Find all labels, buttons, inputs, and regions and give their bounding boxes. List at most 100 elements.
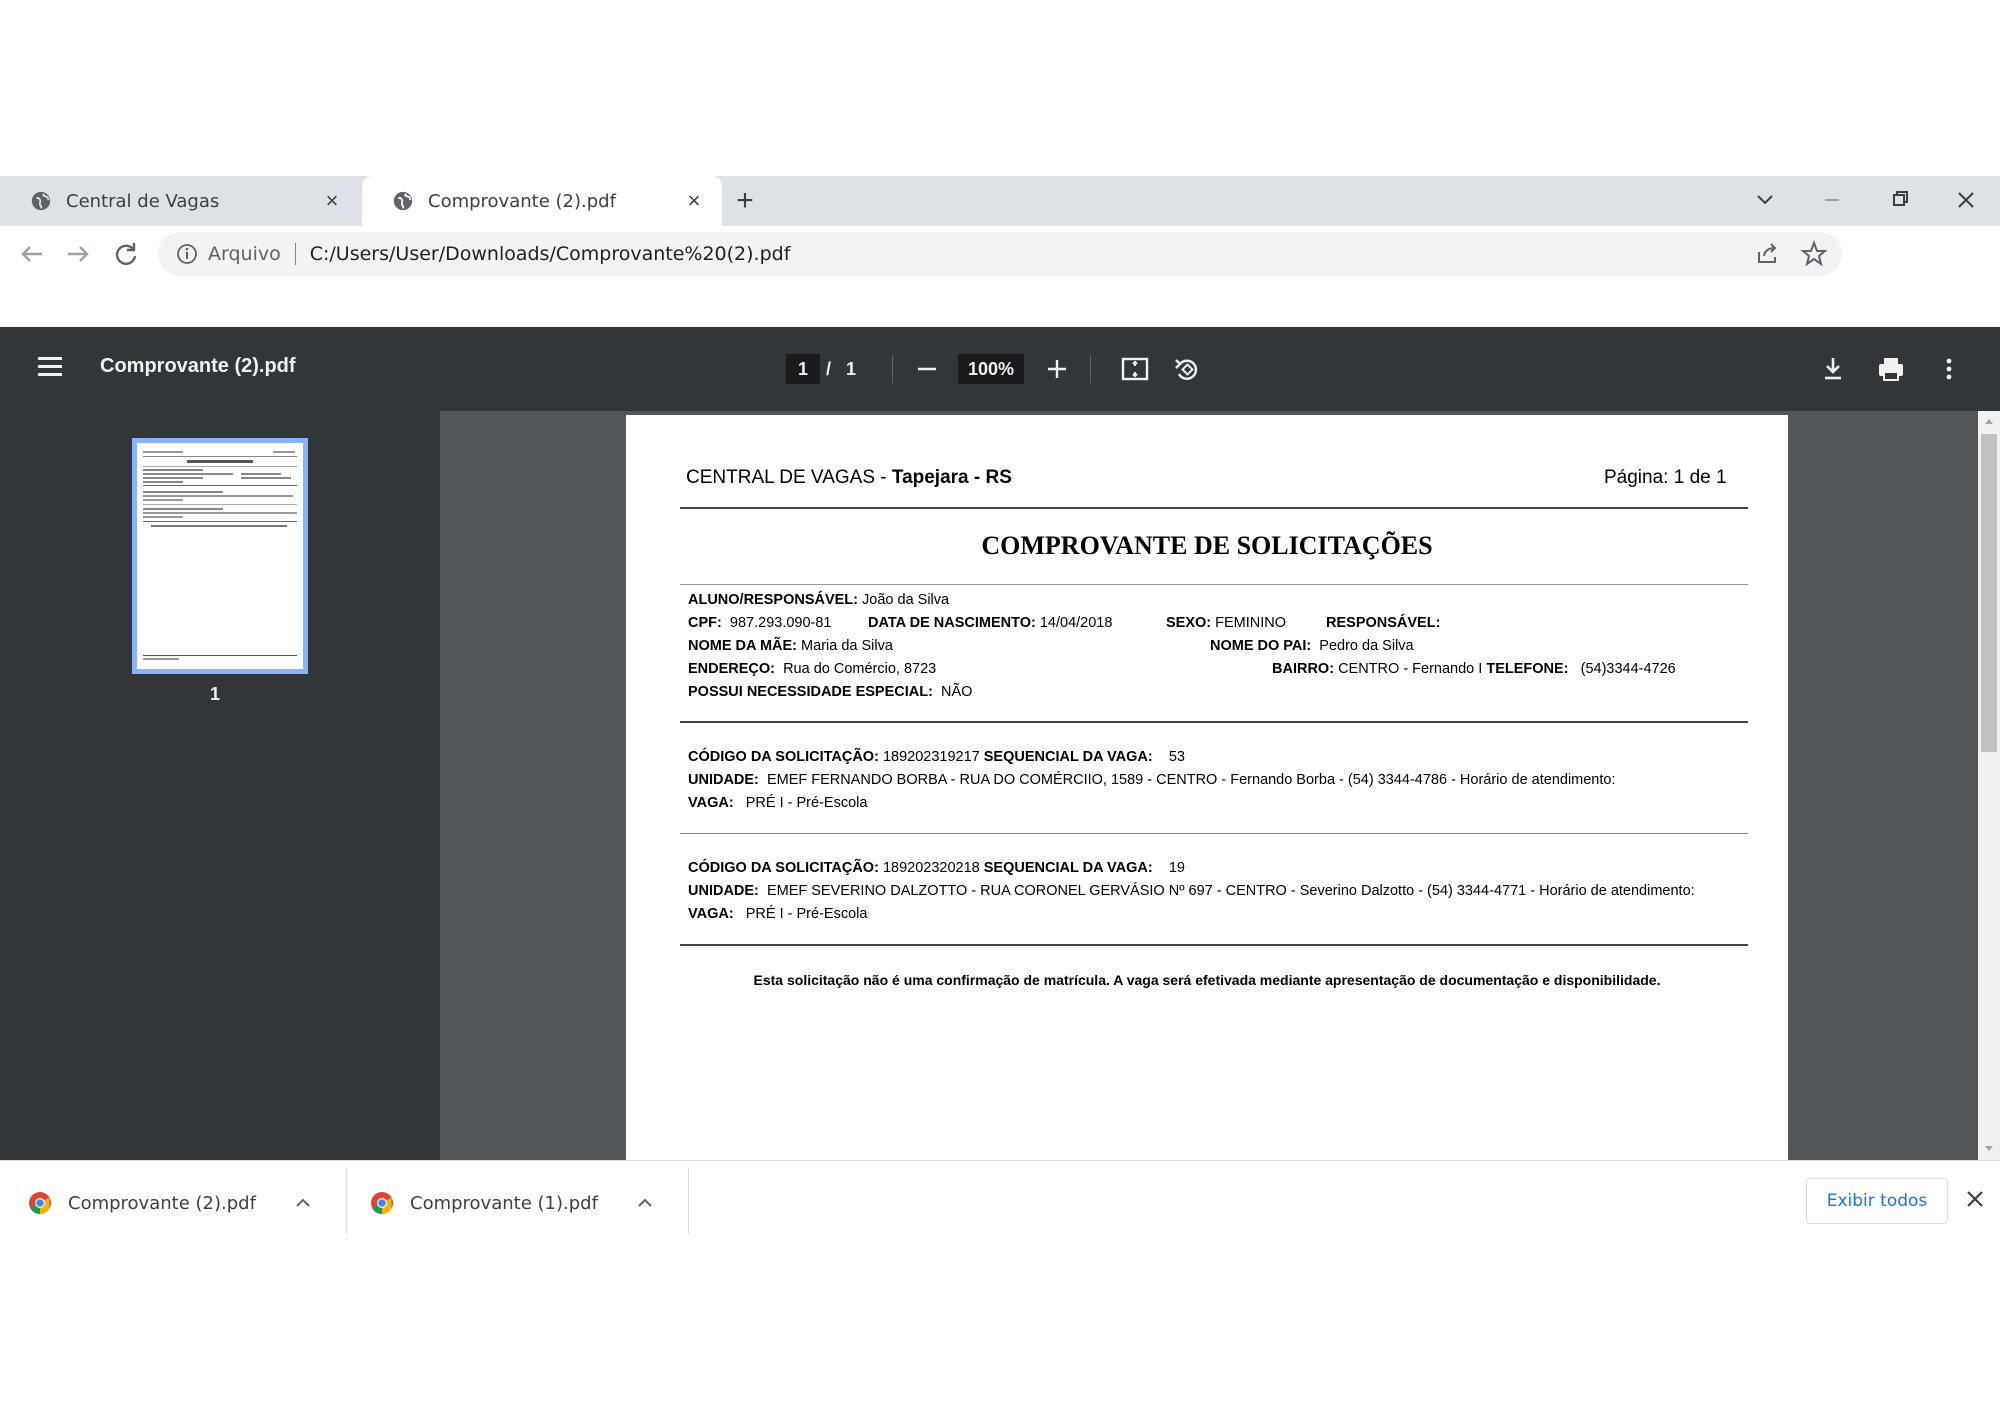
thumbnail-preview (143, 451, 297, 660)
globe-icon (393, 191, 413, 211)
header-rule (680, 507, 1748, 509)
disclaimer-note: Esta solicitação não é uma confirmação d… (753, 972, 1661, 988)
unit-label: UNIDADE: (688, 772, 759, 788)
more-options-icon[interactable] (1932, 352, 1966, 386)
info-icon[interactable] (176, 243, 198, 265)
mother-field: NOME DA MÃE: Maria da Silva (688, 638, 893, 654)
back-arrow-icon[interactable] (16, 238, 48, 270)
close-shelf-icon[interactable] (1962, 1186, 1988, 1212)
toolbar-divider (892, 355, 893, 383)
doc-header-left: CENTRAL DE VAGAS - Tapejara - RS (686, 467, 1012, 489)
request-code-value: 189202320218 (882, 860, 980, 876)
vacancy-seq-label: SEQUENCIAL DA VAGA: (983, 749, 1153, 765)
reload-icon[interactable] (110, 238, 142, 270)
request-code-label: CÓDIGO DA SOLICITAÇÃO: (688, 860, 879, 876)
doc-title: COMPROVANTE DE SOLICITAÇÕES (981, 531, 1433, 560)
sex-value: FEMININO (1215, 615, 1287, 631)
vacancy-label: VAGA: (688, 795, 734, 811)
download-item[interactable]: Comprovante (1).pdf (342, 1170, 654, 1236)
neighborhood-label: BAIRRO: (1272, 661, 1335, 677)
address-value: Rua do Comércio, 8723 (783, 661, 937, 677)
tab-title: Central de Vagas (66, 190, 220, 212)
vacancy-seq-value: 19 (1168, 860, 1185, 876)
tab-comprovante-pdf[interactable]: Comprovante (2).pdf × (362, 176, 722, 226)
chevron-up-icon[interactable] (636, 1194, 654, 1212)
student-row-aluno: ALUNO/RESPONSÁVEL: João da Silva (688, 592, 949, 608)
request-2-vacancy-row: VAGA: PRÉ I - Pré-Escola (688, 906, 867, 922)
scrollbar-thumb[interactable] (1981, 434, 1997, 752)
cpf-field: CPF: 987.293.090-81 (688, 615, 832, 631)
pdf-page: CENTRAL DE VAGAS - Tapejara - RS Página:… (626, 415, 1788, 1175)
student-rule (680, 721, 1748, 723)
globe-icon (31, 191, 51, 211)
scroll-down-arrow-icon[interactable] (1983, 1142, 1995, 1154)
header-org: CENTRAL DE VAGAS - (686, 467, 892, 488)
birthdate-label: DATA DE NASCIMENTO: (868, 615, 1036, 631)
aluno-value: João da Silva (862, 592, 950, 608)
father-value: Pedro da Silva (1319, 638, 1414, 654)
special-needs-value: NÃO (941, 684, 973, 700)
chevron-up-icon[interactable] (294, 1194, 312, 1212)
requests-end-rule (680, 944, 1748, 946)
show-all-downloads-button[interactable]: Exibir todos (1806, 1178, 1948, 1224)
phone-label: TELEFONE: (1486, 661, 1569, 677)
download-icon[interactable] (1816, 352, 1850, 386)
phone-value: (54)3344-4726 (1580, 661, 1676, 677)
sex-label: SEXO: (1166, 615, 1212, 631)
tab-search-chevron-icon[interactable] (1745, 182, 1785, 218)
request-1-vacancy-row: VAGA: PRÉ I - Pré-Escola (688, 795, 867, 811)
special-needs-field: POSSUI NECESSIDADE ESPECIAL: NÃO (688, 684, 972, 700)
download-item[interactable]: Comprovante (2).pdf (0, 1170, 312, 1236)
address-bar[interactable]: Arquivo C:/Users/User/Downloads/Comprova… (158, 232, 1842, 276)
vacancy-seq-value: 53 (1168, 749, 1185, 765)
zoom-level-input[interactable]: 100% (958, 354, 1024, 384)
vacancy-seq-label: SEQUENCIAL DA VAGA: (983, 860, 1153, 876)
tab-title: Comprovante (2).pdf (428, 190, 616, 212)
chrome-icon (29, 1192, 51, 1214)
neighborhood-field: BAIRRO: CENTRO - Fernando I TELEFONE: (5… (1272, 661, 1676, 677)
new-tab-button[interactable]: + (730, 186, 760, 216)
vacancy-label: VAGA: (688, 906, 734, 922)
scroll-up-arrow-icon[interactable] (1983, 414, 1995, 426)
window-close-icon[interactable] (1946, 182, 1986, 218)
mother-label: NOME DA MÃE: (688, 638, 798, 654)
tab-close-icon[interactable]: × (320, 189, 344, 213)
request-1-code-row: CÓDIGO DA SOLICITAÇÃO: 189202319217 SEQU… (688, 749, 1185, 765)
sex-field: SEXO: FEMININO (1166, 615, 1286, 631)
request-code-value: 189202319217 (882, 749, 980, 765)
page-number-input[interactable]: 1 (786, 354, 820, 384)
url-text[interactable]: C:/Users/User/Downloads/Comprovante%20(2… (310, 243, 791, 265)
birthdate-value: 14/04/2018 (1039, 615, 1113, 631)
page-total: 1 (846, 359, 857, 379)
neighborhood-value: CENTRO - Fernando I (1338, 661, 1483, 677)
responsavel-label: RESPONSÁVEL: (1326, 615, 1441, 631)
birthdate-field: DATA DE NASCIMENTO: 14/04/2018 (868, 615, 1112, 631)
title-rule (680, 584, 1748, 585)
print-icon[interactable] (1874, 352, 1908, 386)
address-separator (294, 243, 296, 265)
cpf-value: 987.293.090-81 (729, 615, 832, 631)
rotate-icon[interactable] (1170, 352, 1204, 386)
hamburger-menu-icon[interactable] (34, 350, 66, 382)
minimize-icon[interactable] (1812, 182, 1852, 218)
doc-page-indicator: Página: 1 de 1 (1604, 467, 1727, 488)
download-divider (688, 1168, 689, 1234)
unit-label: UNIDADE: (688, 883, 759, 899)
forward-arrow-icon[interactable] (62, 238, 94, 270)
vacancy-value: PRÉ I - Pré-Escola (745, 795, 868, 811)
unit-value: EMEF SEVERINO DALZOTTO - RUA CORONEL GER… (766, 883, 1695, 899)
zoom-out-icon[interactable] (910, 352, 944, 386)
fit-page-icon[interactable] (1118, 352, 1152, 386)
tab-central-de-vagas[interactable]: Central de Vagas × (0, 176, 360, 226)
share-icon[interactable] (1754, 240, 1782, 268)
father-field: NOME DO PAI: Pedro da Silva (1210, 638, 1414, 654)
zoom-in-icon[interactable] (1040, 352, 1074, 386)
vacancy-value: PRÉ I - Pré-Escola (745, 906, 868, 922)
restore-icon[interactable] (1880, 182, 1920, 218)
bookmark-star-icon[interactable] (1800, 240, 1828, 268)
address-label: ENDEREÇO: (688, 661, 776, 677)
page-thumbnail[interactable] (132, 438, 308, 674)
cpf-label: CPF: (688, 615, 722, 631)
download-filename: Comprovante (2).pdf (68, 1192, 256, 1214)
tab-close-icon[interactable]: × (682, 189, 706, 213)
